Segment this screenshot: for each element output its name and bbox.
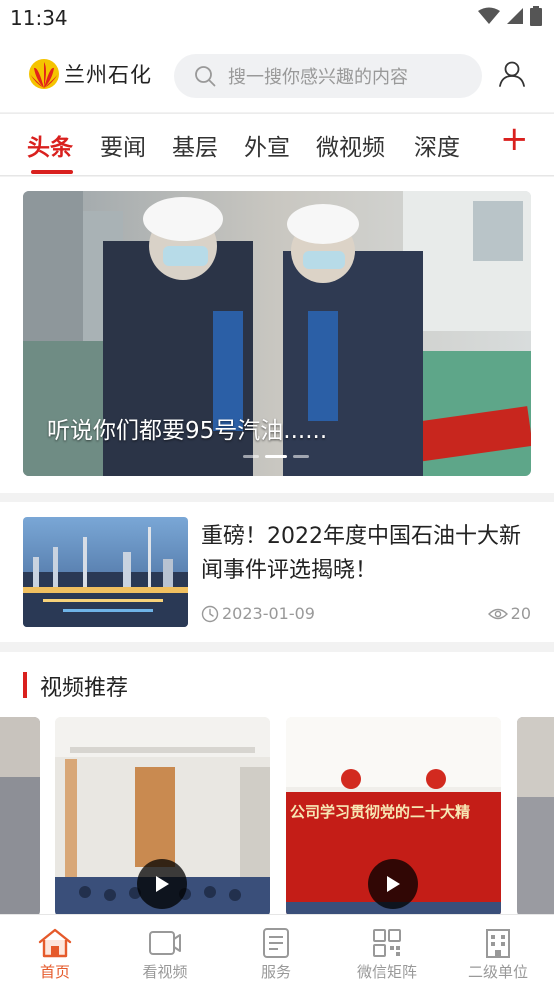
qr-code-icon	[373, 929, 401, 957]
signal-icon	[507, 8, 523, 24]
news-date-group: 2023-01-09	[201, 604, 315, 623]
search-bar[interactable]: 搜一搜你感兴趣的内容	[174, 54, 482, 98]
petrochina-logo-icon	[29, 59, 59, 89]
banner-section: 听说你们都要95号汽油......	[0, 177, 554, 493]
news-meta: 2023-01-09 20	[201, 602, 531, 628]
tab-publicity[interactable]: 外宣	[244, 128, 290, 162]
video-card[interactable]	[55, 717, 270, 914]
video-card[interactable]: 公司学习贯彻党的二十大精	[286, 717, 501, 914]
banner-carousel[interactable]: 听说你们都要95号汽油......	[23, 191, 531, 476]
add-tab-icon[interactable]: +	[500, 122, 529, 156]
app-header: 兰州石化 搜一搜你感兴趣的内容	[0, 40, 554, 112]
news-view-count: 20	[510, 604, 531, 623]
status-time: 11:34	[10, 6, 68, 30]
tab-grassroots[interactable]: 基层	[172, 128, 218, 162]
carousel-dot[interactable]	[293, 455, 309, 458]
tab-headlines[interactable]: 头条	[27, 128, 73, 162]
nav-label: 微信矩阵	[356, 963, 417, 981]
user-profile-icon[interactable]	[498, 60, 526, 88]
video-recommend-section: 视频推荐 公司学习贯彻党的二十大精	[0, 652, 554, 914]
status-bar: 11:34	[0, 0, 554, 40]
nav-home[interactable]: 首页	[0, 921, 110, 983]
banner-caption: 听说你们都要95号汽油......	[47, 418, 328, 444]
search-icon	[195, 66, 216, 87]
nav-label: 首页	[39, 963, 70, 981]
carousel-dot-active[interactable]	[265, 455, 287, 458]
carousel-dots	[243, 455, 309, 458]
nav-watch-video[interactable]: 看视频	[110, 921, 220, 983]
news-title[interactable]: 重磅！2022年度中国石油十大新闻事件评选揭晓！	[201, 520, 536, 588]
category-tabs: 头条 要闻 基层 外宣 微视频 深度 +	[0, 113, 554, 176]
wifi-icon	[478, 7, 500, 24]
app-name: 兰州石化	[64, 63, 152, 87]
play-button-icon[interactable]	[137, 859, 187, 909]
home-icon	[38, 928, 72, 958]
section-accent-bar	[23, 672, 27, 698]
tab-news[interactable]: 要闻	[100, 128, 146, 162]
video-card-partial-right[interactable]	[517, 717, 554, 914]
clock-icon	[201, 605, 219, 622]
play-button-icon[interactable]	[368, 859, 418, 909]
active-tab-indicator	[31, 170, 73, 174]
news-thumbnail	[23, 517, 188, 627]
section-title: 视频推荐	[40, 676, 129, 701]
building-icon	[486, 929, 510, 958]
news-date: 2023-01-09	[222, 604, 315, 623]
carousel-dot[interactable]	[243, 455, 259, 458]
video-card-partial-left[interactable]	[0, 717, 40, 914]
document-icon	[263, 928, 289, 958]
nav-services[interactable]: 服务	[221, 921, 331, 983]
news-list-item[interactable]: 重磅！2022年度中国石油十大新闻事件评选揭晓！ 2023-01-09 20	[0, 502, 554, 642]
nav-secondary-units[interactable]: 二级单位	[443, 921, 553, 983]
app-logo: 兰州石化	[28, 58, 152, 90]
video-banner-text: 公司学习贯彻党的二十大精	[290, 803, 471, 821]
search-placeholder: 搜一搜你感兴趣的内容	[228, 67, 408, 88]
nav-label: 看视频	[142, 963, 188, 981]
bottom-navigation: 首页 看视频 服务 微信矩阵 二级单位	[0, 914, 554, 986]
tab-micro-video[interactable]: 微视频	[316, 128, 385, 162]
news-views-group: 20	[487, 604, 531, 623]
status-icons	[478, 6, 542, 26]
eye-icon	[487, 608, 508, 619]
nav-label: 服务	[260, 963, 291, 981]
tab-in-depth[interactable]: 深度	[414, 128, 460, 162]
nav-label: 二级单位	[467, 963, 528, 981]
nav-wechat-matrix[interactable]: 微信矩阵	[332, 921, 442, 983]
video-icon	[149, 931, 181, 955]
battery-icon	[530, 6, 542, 26]
